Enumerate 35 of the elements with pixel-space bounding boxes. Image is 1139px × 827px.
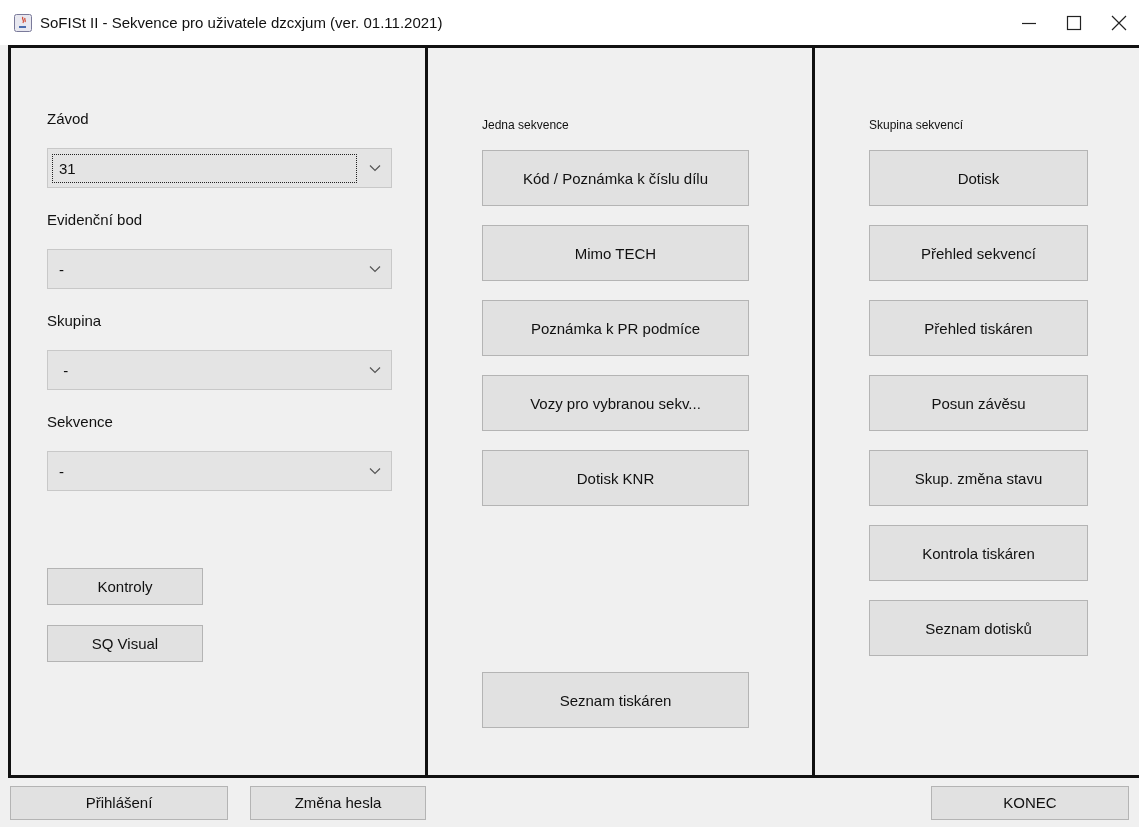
- action-button[interactable]: Dotisk: [869, 150, 1088, 206]
- dropdown[interactable]: -: [47, 451, 392, 491]
- change-password-button[interactable]: Změna hesla: [250, 785, 426, 820]
- action-button[interactable]: Seznam dotisků: [869, 600, 1088, 656]
- chevron-down-icon: [369, 164, 381, 172]
- close-icon[interactable]: [1111, 14, 1127, 31]
- field-label: Sekvence: [47, 412, 113, 432]
- action-button[interactable]: Poznámka k PR podmíce: [482, 300, 749, 356]
- action-button[interactable]: Kód / Poznámka k číslu dílu: [482, 150, 749, 206]
- maximize-icon[interactable]: [1066, 14, 1082, 31]
- field-label: Evidenční bod: [47, 210, 143, 230]
- section-heading: Jedna sekvence: [482, 117, 569, 134]
- dropdown[interactable]: -: [47, 350, 392, 390]
- action-button[interactable]: Seznam tiskáren: [482, 672, 749, 728]
- action-button[interactable]: Kontrola tiskáren: [869, 525, 1088, 581]
- field-label: Skupina: [47, 311, 102, 331]
- window-title: SoFISt II - Sekvence pro uživatele dzcxjum (ver. 01.11.2021): [40, 14, 443, 31]
- panel-button[interactable]: Kontroly: [47, 568, 203, 605]
- action-button[interactable]: Mimo TECH: [482, 225, 749, 281]
- action-button[interactable]: Přehled tiskáren: [869, 300, 1088, 356]
- dropdown[interactable]: 31: [47, 148, 392, 188]
- panel-button[interactable]: SQ Visual: [47, 625, 203, 662]
- dropdown[interactable]: -: [47, 249, 392, 289]
- action-button[interactable]: Dotisk KNR: [482, 450, 749, 506]
- action-button[interactable]: Vozy pro vybranou sekv...: [482, 375, 749, 431]
- login-button[interactable]: Přihlášení: [10, 785, 228, 820]
- action-button[interactable]: Posun závěsu: [869, 375, 1088, 431]
- action-button[interactable]: Skup. změna stavu: [869, 450, 1088, 506]
- exit-button[interactable]: KONEC: [931, 785, 1129, 820]
- section-heading: Skupina sekvencí: [869, 117, 964, 134]
- chevron-down-icon: [369, 366, 381, 374]
- chevron-down-icon: [369, 467, 381, 475]
- action-button[interactable]: Přehled sekvencí: [869, 225, 1088, 281]
- chevron-down-icon: [369, 265, 381, 273]
- field-label: Závod: [47, 109, 89, 129]
